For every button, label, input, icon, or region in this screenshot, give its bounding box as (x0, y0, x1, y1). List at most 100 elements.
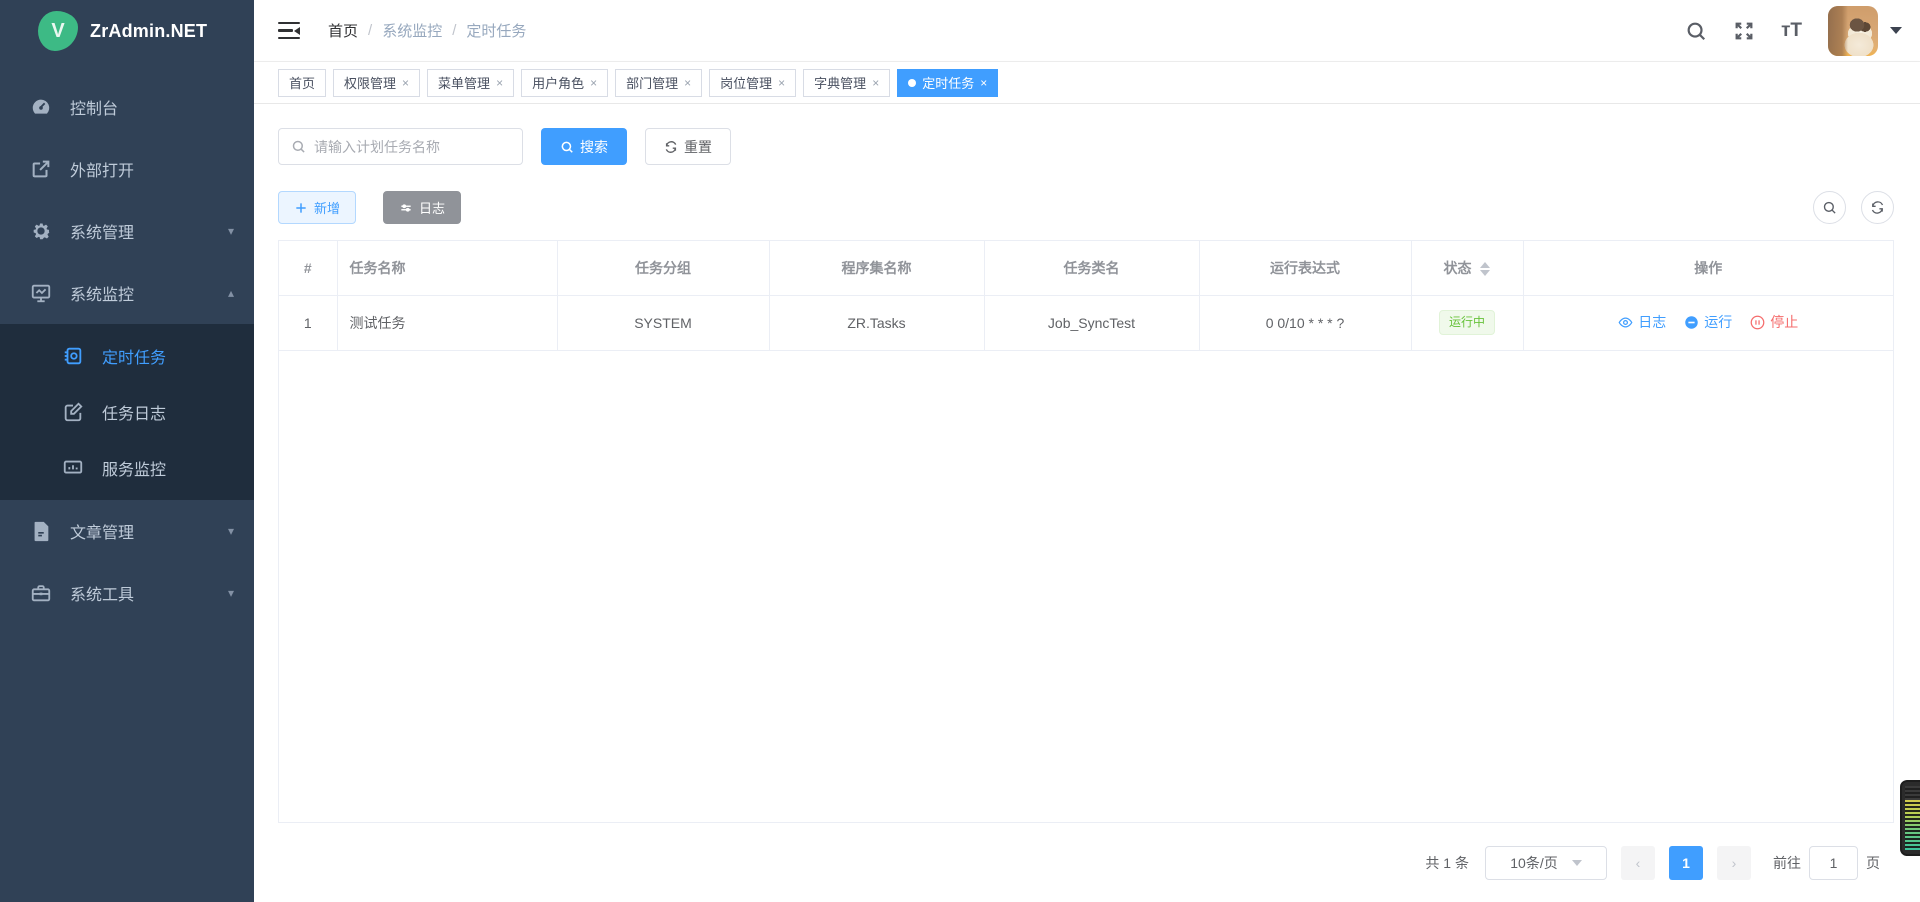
search-icon (560, 140, 574, 154)
sidebar-item-system-tools[interactable]: 系统工具 ▾ (0, 562, 254, 624)
breadcrumb-home[interactable]: 首页 (328, 20, 358, 41)
tasks-table: # 任务名称 任务分组 程序集名称 任务类名 运行表达式 状态 操作 (278, 240, 1894, 823)
caret-down-icon (1890, 27, 1902, 34)
dashboard-icon (30, 96, 52, 118)
show-search-toggle-button[interactable] (1813, 191, 1846, 224)
browser-extension-widget[interactable] (1900, 780, 1920, 856)
sidebar-item-dashboard[interactable]: 控制台 (0, 76, 254, 138)
close-icon[interactable]: × (496, 77, 503, 89)
close-icon[interactable]: × (684, 77, 691, 89)
col-status[interactable]: 状态 (1411, 241, 1523, 295)
sidebar-item-label: 服务监控 (102, 456, 166, 480)
logo-row[interactable]: V ZrAdmin.NET (0, 0, 254, 62)
page-number-1[interactable]: 1 (1669, 846, 1703, 880)
cell-task-group: SYSTEM (557, 295, 769, 350)
task-log-icon (62, 401, 84, 423)
sidebar-item-label: 控制台 (70, 95, 118, 119)
user-avatar (1828, 6, 1878, 56)
pagination: 共 1 条 10条/页 ‹ 1 › 前往 页 (278, 823, 1894, 880)
sidebar-item-scheduled-tasks[interactable]: 定时任务 (0, 328, 254, 384)
pause-circle-icon (1750, 315, 1765, 330)
row-run-button[interactable]: 运行 (1684, 312, 1732, 332)
fullscreen-icon[interactable] (1733, 20, 1755, 42)
tab-scheduled-tasks[interactable]: 定时任务× (897, 69, 998, 97)
refresh-button[interactable] (1861, 191, 1894, 224)
monitor-icon (30, 282, 52, 304)
sidebar-item-external[interactable]: 外部打开 (0, 138, 254, 200)
tab-permission[interactable]: 权限管理× (333, 69, 420, 97)
reset-button[interactable]: 重置 (645, 128, 731, 165)
breadcrumb-current: 定时任务 (466, 20, 526, 41)
search-button[interactable]: 搜索 (541, 128, 627, 165)
col-class: 任务类名 (984, 241, 1199, 295)
sidebar-item-label: 定时任务 (102, 344, 166, 368)
table-tools (1813, 191, 1894, 224)
close-icon[interactable]: × (980, 77, 987, 89)
cell-cron: 0 0/10 * * * ? (1199, 295, 1411, 350)
table-toolbar: 新增 日志 (278, 191, 1894, 224)
tab-user-role[interactable]: 用户角色× (521, 69, 608, 97)
sidebar-item-label: 系统工具 (70, 581, 134, 605)
sidebar-item-article-management[interactable]: 文章管理 ▾ (0, 500, 254, 562)
sidebar-item-label: 文章管理 (70, 519, 134, 543)
col-actions: 操作 (1523, 241, 1893, 295)
breadcrumb-system-monitor[interactable]: 系统监控 (382, 20, 442, 41)
tab-post[interactable]: 岗位管理× (709, 69, 796, 97)
breadcrumb: 首页 / 系统监控 / 定时任务 (328, 20, 526, 41)
search-icon (291, 139, 306, 154)
sidebar: V ZrAdmin.NET 控制台 外部打开 系统管理 (0, 0, 254, 902)
sidebar-item-server-monitor[interactable]: 服务监控 (0, 440, 254, 496)
row-stop-button[interactable]: 停止 (1750, 312, 1798, 332)
close-icon[interactable]: × (872, 77, 879, 89)
search-input[interactable] (314, 139, 510, 155)
tab-menu[interactable]: 菜单管理× (427, 69, 514, 97)
active-tab-dot (908, 79, 916, 87)
user-menu[interactable] (1828, 6, 1902, 56)
log-button[interactable]: 日志 (383, 191, 461, 224)
sidebar-item-task-log[interactable]: 任务日志 (0, 384, 254, 440)
row-log-button[interactable]: 日志 (1618, 312, 1666, 332)
app-root: V ZrAdmin.NET 控制台 外部打开 系统管理 (0, 0, 1920, 902)
page-unit-label: 页 (1866, 853, 1880, 873)
sort-icon[interactable] (1480, 262, 1490, 276)
server-monitor-icon (62, 457, 84, 479)
prev-page-button[interactable]: ‹ (1621, 846, 1655, 880)
main-column: 首页 / 系统监控 / 定时任务 ᴛT (254, 0, 1920, 902)
extension-widget-stripes (1905, 786, 1920, 850)
breadcrumb-separator: / (368, 22, 372, 39)
font-size-icon[interactable]: ᴛT (1781, 20, 1802, 42)
col-index: # (279, 241, 337, 295)
next-page-button[interactable]: › (1717, 846, 1751, 880)
sliders-icon (399, 201, 413, 215)
col-task-name: 任务名称 (337, 241, 557, 295)
app-title: ZrAdmin.NET (90, 21, 207, 42)
sidebar-item-system-monitor[interactable]: 系统监控 ▴ (0, 262, 254, 324)
close-icon[interactable]: × (590, 77, 597, 89)
gear-icon (30, 220, 52, 242)
search-icon[interactable] (1685, 20, 1707, 42)
tab-home[interactable]: 首页 (278, 69, 326, 97)
sidebar-fold-icon[interactable] (278, 22, 300, 40)
chevron-up-icon: ▴ (228, 286, 234, 300)
table-row: 1 测试任务 SYSTEM ZR.Tasks Job_SyncTest 0 0/… (279, 295, 1893, 350)
goto-page-input[interactable] (1809, 846, 1858, 880)
sidebar-item-label: 系统管理 (70, 219, 134, 243)
tab-department[interactable]: 部门管理× (615, 69, 702, 97)
cell-class: Job_SyncTest (984, 295, 1199, 350)
col-assembly: 程序集名称 (769, 241, 984, 295)
add-button[interactable]: 新增 (278, 191, 356, 224)
close-icon[interactable]: × (402, 77, 409, 89)
close-icon[interactable]: × (778, 77, 785, 89)
sidebar-item-label: 任务日志 (102, 400, 166, 424)
page-content: 搜索 重置 新增 (254, 104, 1920, 902)
external-link-icon (30, 158, 52, 180)
chevron-down-icon (1572, 860, 1582, 866)
tab-dictionary[interactable]: 字典管理× (803, 69, 890, 97)
sidebar-item-system-management[interactable]: 系统管理 ▾ (0, 200, 254, 262)
task-name-search-field[interactable] (278, 128, 523, 165)
page-size-select[interactable]: 10条/页 (1485, 846, 1607, 880)
timer-icon (62, 345, 84, 367)
refresh-icon (664, 140, 678, 154)
toolbox-icon (30, 582, 52, 604)
goto-label: 前往 (1773, 853, 1801, 873)
